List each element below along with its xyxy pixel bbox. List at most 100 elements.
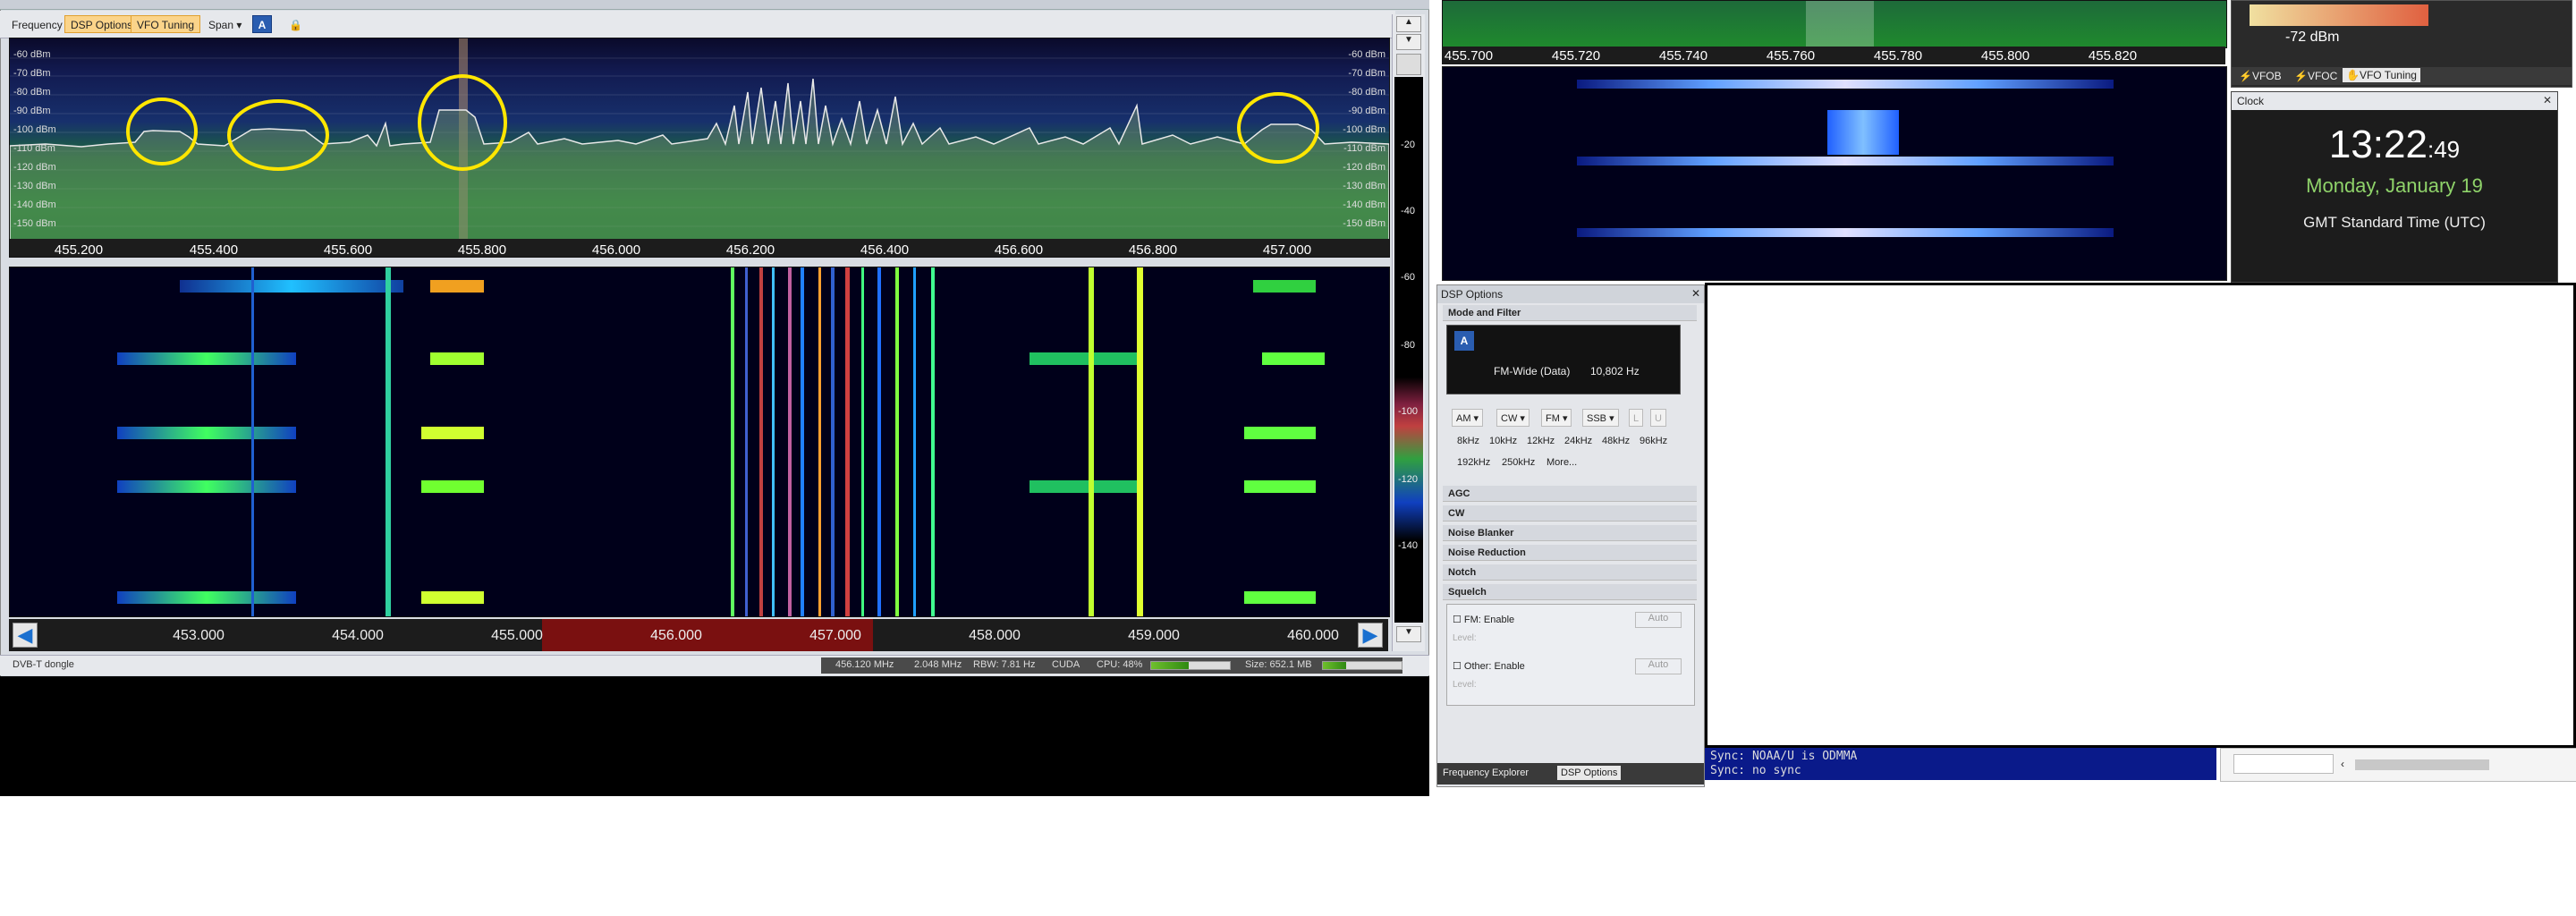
db-label-right: -70 dBm [1348,68,1385,79]
other-level-label: Level: [1453,680,1477,690]
db-label-left: -110 dBm [13,143,55,154]
bw-250khz[interactable]: 250kHz [1502,457,1535,468]
tab-frequency-explorer[interactable]: Frequency Explorer [1443,768,1529,778]
mode-cw-button[interactable]: CW ▾ [1496,409,1530,427]
other-enable-label: Other: Enable [1463,661,1525,672]
bw-12khz[interactable]: 12kHz [1527,436,1555,446]
horizontal-scrollbar[interactable] [2355,759,2489,770]
section-squelch[interactable]: Squelch [1443,584,1697,600]
down-arrow-icon[interactable]: ▼ [1396,34,1421,50]
gradient-label: -80 [1401,340,1415,351]
lightning-icon: ⚡ [2294,70,2308,82]
section-notch[interactable]: Notch [1443,564,1697,581]
bw-48khz[interactable]: 48kHz [1602,436,1630,446]
tab-vfoc[interactable]: ⚡VFOC [2294,70,2337,82]
chevron-down-icon: ▾ [236,19,242,31]
settings-icon[interactable] [1396,54,1421,75]
scale-tick-label: 459.000 [1128,628,1180,643]
other-enable-checkbox[interactable]: ☐ Other: Enable [1453,660,1525,672]
mode-l-button[interactable]: L [1629,409,1644,427]
close-icon[interactable]: ✕ [1691,287,1700,300]
mode-cw-label: CW [1501,413,1518,424]
fm-enable-checkbox[interactable]: ☐ FM: Enable [1453,614,1514,625]
squelch-body: ☐ FM: Enable Auto Level: ☐ Other: Enable… [1446,604,1695,706]
up-arrow-icon[interactable]: ▲ [1396,16,1421,32]
freq-tick-label: 455.800 [457,242,507,258]
bw-10khz[interactable]: 10kHz [1489,436,1517,446]
scale-tick-label: 456.000 [650,628,702,643]
tab-vfo-tuning[interactable]: VFO Tuning [131,15,201,33]
db-label-right: -120 dBm [1343,162,1385,173]
span-label: Span [208,19,234,31]
span-dropdown[interactable]: Span ▾ [202,15,248,33]
bw-24khz[interactable]: 24kHz [1564,436,1592,446]
zoom-waterfall[interactable] [1442,66,2227,281]
zoom-freq-axis: 455.700 455.720 455.740 455.760 455.780 … [1442,47,2225,64]
other-auto-button[interactable]: Auto [1635,658,1682,674]
vfo-level-panel: -72 dBm ⚡VFOB ⚡VFOC ✋VFO Tuning [2231,0,2572,88]
zoom-freq-label: 455.720 [1551,48,1601,64]
tab-vfob[interactable]: ⚡VFOB [2239,70,2282,82]
freq-tick-label: 455.400 [189,242,239,258]
scroll-left-icon[interactable]: ◀ [13,623,38,648]
mode-a-icon[interactable]: A [1454,331,1474,351]
device-name: DVB-T dongle [13,659,74,670]
scale-tick-label: 453.000 [173,628,225,643]
freq-tick-label: 456.600 [994,242,1044,258]
fm-auto-button[interactable]: Auto [1635,612,1682,628]
tab-vfo-tuning-side[interactable]: ✋VFO Tuning [2343,68,2420,82]
mode-u-button[interactable]: U [1650,409,1666,427]
zoom-freq-label: 455.780 [1873,48,1923,64]
chevron-left-icon[interactable]: ‹ [2341,758,2344,770]
side-input[interactable] [2233,754,2334,774]
section-agc[interactable]: AGC [1443,486,1697,502]
bw-96khz[interactable]: 96kHz [1640,436,1667,446]
bw-192khz[interactable]: 192kHz [1457,457,1490,468]
lock-icon[interactable]: 🔒 [283,15,309,33]
close-icon[interactable]: ✕ [2543,94,2552,106]
memory-size: Size: 652.1 MB [1245,659,1312,670]
bw-more[interactable]: More... [1546,457,1577,468]
db-label-right: -130 dBm [1343,181,1385,191]
vfo-a-button[interactable]: A [252,15,272,33]
mode-am-button[interactable]: AM ▾ [1452,409,1484,427]
tab-dsp-options-bottom[interactable]: DSP Options [1557,766,1622,780]
mode-ssb-button[interactable]: SSB ▾ [1582,409,1619,427]
tab-dsp-options[interactable]: DSP Options [64,15,140,33]
down-arrow-icon[interactable]: ▼ [1396,626,1421,642]
section-mode-filter[interactable]: Mode and Filter [1443,305,1697,321]
spectrum-freq-axis: 455.200 455.400 455.600 455.800 456.000 … [10,239,1389,257]
waterfall-freq-scale[interactable]: ◀ 453.000 454.000 455.000 456.000 457.00… [9,619,1388,651]
scale-tick-label: 454.000 [332,628,384,643]
gradient-label: -100 [1397,406,1419,417]
waterfall-display[interactable] [9,267,1390,617]
clock-seconds: :49 [2427,136,2461,163]
mode-ssb-label: SSB [1587,413,1607,424]
scale-tick-label: 458.000 [969,628,1021,643]
scroll-right-icon[interactable]: ▶ [1358,623,1383,648]
zoom-spectrum[interactable] [1442,0,2227,48]
db-label-left: -90 dBm [13,106,51,116]
db-label-right: -100 dBm [1343,124,1385,135]
dsp-options-panel: DSP Options ✕ Mode and Filter A FM-Wide … [1436,284,1705,787]
freq-tick-label: 455.200 [54,242,104,258]
section-cw[interactable]: CW [1443,505,1697,522]
mode-fm-button[interactable]: FM ▾ [1541,409,1572,427]
freq-tick-label: 456.800 [1128,242,1178,258]
tab-frequency[interactable]: Frequency [5,15,69,33]
spectrum-display[interactable]: -60 dBm -70 dBm -80 dBm -90 dBm -100 dBm… [9,38,1390,258]
dsp-title: DSP Options [1437,285,1704,303]
tab-vfob-label: VFOB [2251,70,2282,82]
scale-tick-label: 457.000 [809,628,861,643]
backend: CUDA [1052,659,1080,670]
db-label-right: -80 dBm [1348,87,1385,98]
section-noise-reduction[interactable]: Noise Reduction [1443,545,1697,561]
mode-am-label: AM [1456,413,1471,424]
freq-tick-label: 456.400 [860,242,910,258]
section-noise-blanker[interactable]: Noise Blanker [1443,525,1697,541]
sample-rate: 2.048 MHz [914,659,962,670]
fm-enable-label: FM: Enable [1463,615,1515,625]
gradient-label: -20 [1401,140,1415,150]
gradient-label: -120 [1397,474,1419,485]
bw-8khz[interactable]: 8kHz [1457,436,1479,446]
